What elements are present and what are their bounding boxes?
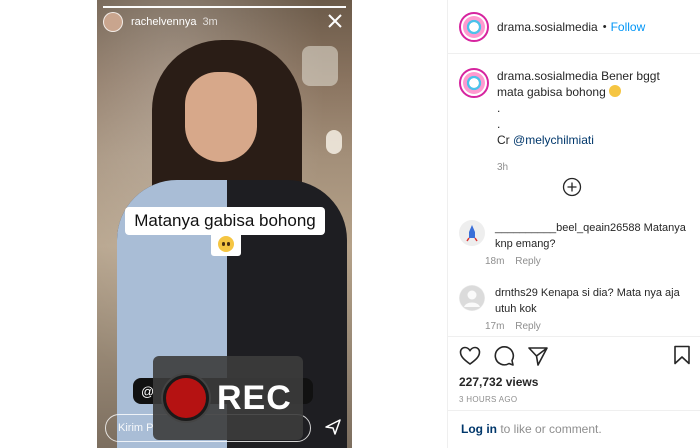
post-caption-row: drama.sosialmedia Bener bggt mata gabisa… — [448, 54, 700, 176]
commenter-username[interactable]: drnths29 — [495, 287, 538, 299]
pleading-face-emoji-inline — [609, 85, 622, 97]
story-progress-fill — [103, 6, 346, 8]
close-icon[interactable] — [326, 12, 344, 30]
follow-button[interactable]: Follow — [611, 20, 646, 34]
post-caption: drama.sosialmedia Bener bggt mata gabisa… — [497, 68, 687, 176]
heart-icon[interactable] — [459, 346, 481, 366]
default-avatar-icon — [459, 285, 485, 311]
credit-prefix: Cr — [497, 133, 510, 147]
caption-avatar[interactable] — [459, 68, 489, 98]
login-prompt: Log in to like or comment. — [448, 410, 700, 448]
post-header: drama.sosialmedia • Follow — [448, 0, 700, 54]
login-prompt-text: to like or comment. — [497, 422, 602, 436]
account-username[interactable]: drama.sosialmedia — [497, 20, 598, 34]
rocket-avatar-icon — [466, 225, 478, 242]
caption-username[interactable]: drama.sosialmedia — [497, 69, 598, 83]
reply-button[interactable]: Reply — [515, 321, 541, 332]
story-username[interactable]: rachelvennya — [131, 16, 196, 28]
background-lamp — [302, 46, 338, 86]
comment-time: 17m — [485, 321, 505, 332]
rec-watermark: REC — [153, 356, 303, 440]
credit-mention-link[interactable]: @melychilmiati — [513, 133, 594, 147]
story-avatar[interactable] — [103, 12, 123, 32]
comment-item: drnths29 Kenapa si dia? Mata nya aja utu… — [459, 285, 691, 332]
rec-label: REC — [217, 378, 292, 417]
comment-icon[interactable] — [493, 345, 515, 367]
commenter-username[interactable]: __________beel_qeain26588 — [495, 222, 641, 234]
header-separator: • — [602, 20, 607, 33]
reply-button[interactable]: Reply — [515, 256, 541, 267]
view-count[interactable]: 227,732 views — [459, 375, 690, 389]
instagram-post-view: rachelvennya 3m Matanya gabisa bohong @ … — [0, 0, 700, 448]
caption-dot-2: . — [497, 117, 501, 131]
story-header: rachelvennya 3m — [103, 12, 218, 32]
add-comment-icon[interactable] — [562, 177, 582, 197]
post-age: 3h — [497, 162, 509, 173]
account-avatar[interactable] — [459, 11, 489, 42]
caption-dot-1: . — [497, 101, 501, 115]
story-progress-bar — [103, 6, 346, 8]
login-link[interactable]: Log in — [461, 422, 497, 436]
commenter-avatar[interactable] — [459, 285, 485, 311]
bookmark-icon[interactable] — [673, 345, 691, 365]
comment-time: 18m — [485, 256, 505, 267]
story-time: 3m — [202, 16, 218, 28]
post-timestamp: 3 HOURS AGO — [459, 395, 518, 404]
commenter-avatar[interactable] — [459, 220, 485, 246]
person-face — [185, 72, 257, 162]
send-icon[interactable] — [324, 418, 342, 436]
pleading-face-emoji — [211, 232, 241, 256]
background-light — [326, 130, 342, 154]
record-dot-icon — [163, 375, 209, 421]
media-area: rachelvennya 3m Matanya gabisa bohong @ … — [0, 0, 447, 448]
post-actions: 227,732 views 3 HOURS AGO — [448, 336, 700, 404]
share-icon[interactable] — [527, 346, 549, 366]
comment-item: __________beel_qeain26588 Matanya knp em… — [459, 220, 691, 267]
story-caption: Matanya gabisa bohong — [125, 207, 325, 235]
action-icons — [459, 345, 690, 367]
post-side-panel: drama.sosialmedia • Follow drama.sosialm… — [447, 0, 700, 448]
